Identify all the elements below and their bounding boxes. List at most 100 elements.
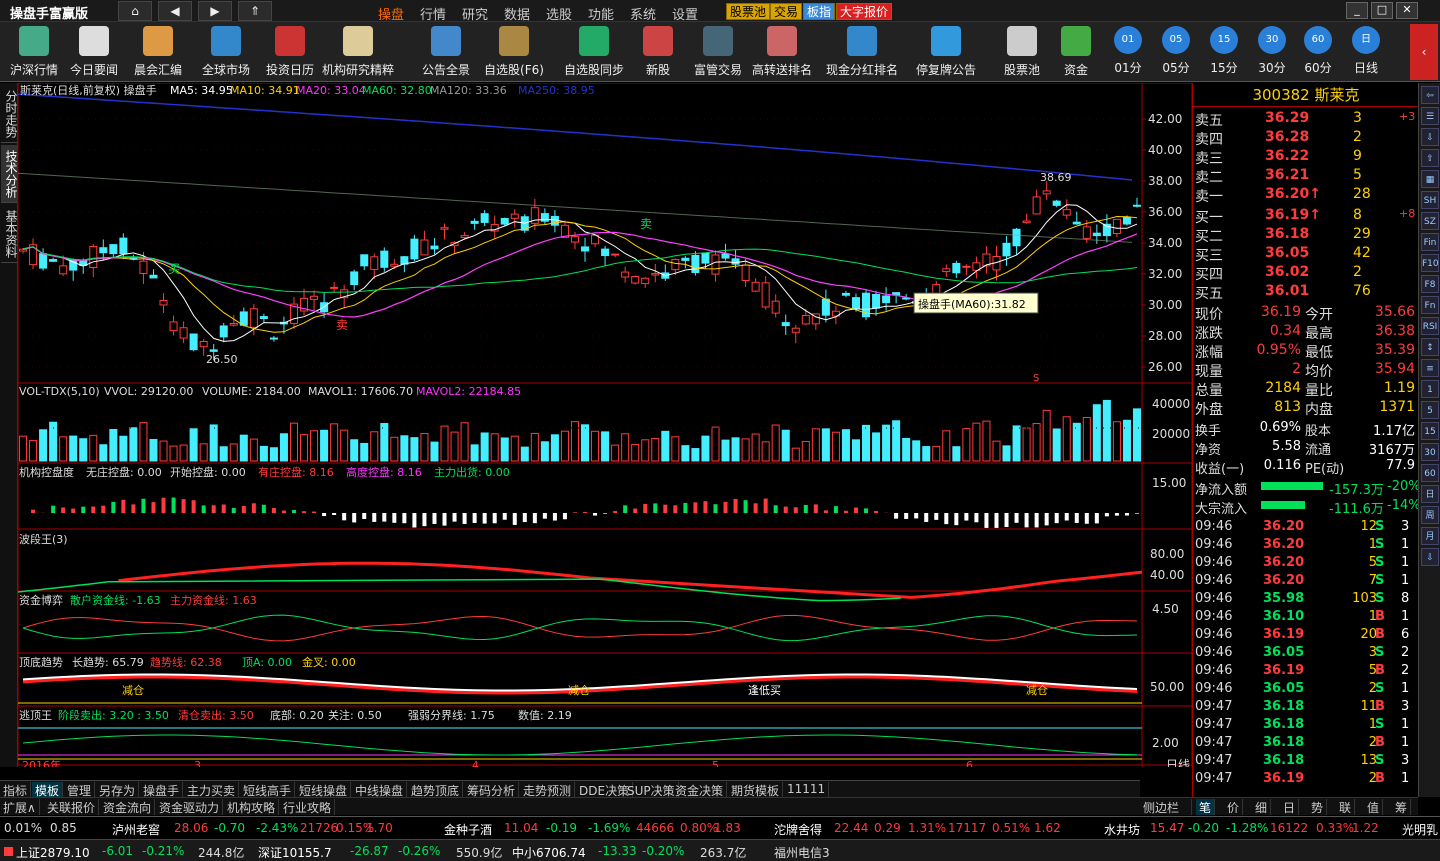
menu-hangqing[interactable]: 行情 [420,4,446,23]
detail-tab[interactable]: 价 [1224,799,1244,815]
template-tab[interactable]: 短线高手 [240,782,296,798]
side-tool-icon[interactable]: 周 [1421,506,1439,524]
side-tool-icon[interactable]: ⇦ [1421,86,1439,104]
side-tool-icon[interactable]: 60 [1421,464,1439,482]
detail-tab[interactable]: 联 [1336,799,1356,815]
toolbar-button-0[interactable]: 沪深行情 [6,24,62,80]
side-tool-icon[interactable]: 15 [1421,422,1439,440]
bid-row[interactable]: 买四 36.02 2 [1193,263,1419,283]
toolbar-button-13[interactable]: 停复牌公告 [916,24,976,80]
extended-tab[interactable]: 机构攻略 [224,799,280,815]
collapse-icon[interactable]: ‹ [1410,24,1438,80]
side-tool-icon[interactable]: F8 [1421,275,1439,293]
toolbar-button-1[interactable]: 今日要闻 [66,24,122,80]
detail-tab[interactable]: 笔 [1196,799,1216,815]
side-tool-icon[interactable]: Fin [1421,233,1439,251]
side-tool-icon[interactable]: ☰ [1421,107,1439,125]
menu-shuju[interactable]: 数据 [504,4,530,23]
template-tab[interactable]: 期货模板 [728,782,784,798]
toolbar-button-7[interactable]: 自选股(F6) [484,24,544,80]
template-tab[interactable]: 指标 [0,782,32,798]
detail-tab[interactable]: 势 [1308,799,1328,815]
side-tool-icon[interactable]: ⇩ [1421,128,1439,146]
menu-yanjiu[interactable]: 研究 [462,4,488,23]
toolbar-button-11[interactable]: 高转送排名 [752,24,812,80]
close-icon[interactable]: ✕ [1396,2,1418,19]
side-tool-icon[interactable]: ≡ [1421,359,1439,377]
extended-tab[interactable]: 行业攻略 [280,799,336,815]
sidebar-toggle[interactable]: 侧边栏< [1140,799,1192,830]
index-board-button[interactable]: 板指 [803,3,836,20]
side-tool-icon[interactable]: 月 [1421,527,1439,545]
up-icon[interactable]: ⇑ [238,1,272,21]
side-tool-icon[interactable]: SZ [1421,212,1439,230]
menu-xuangu[interactable]: 选股 [546,4,572,23]
trade-button[interactable]: 交易 [770,3,803,20]
template-tab[interactable]: 管理 [64,782,96,798]
toolbar-button-12[interactable]: 现金分红排名 [826,24,898,80]
tab-technical[interactable]: 技术分析 [1,145,18,203]
maximize-icon[interactable]: □ [1371,2,1393,19]
side-tool-icon[interactable]: ⇧ [1421,149,1439,167]
bid-row[interactable]: 买二 36.18 29 [1193,225,1419,245]
chart-area[interactable]: 42.0040.0038.0036.0034.0032.0030.0028.00… [18,83,1192,767]
tab-fundamental[interactable]: 基本资料 [1,205,18,263]
extended-tab[interactable]: 关联报价 [44,799,100,815]
bid-row[interactable]: 买五 36.01 76 [1193,282,1419,302]
template-tab[interactable]: 中线操盘 [352,782,408,798]
template-tab[interactable]: 资金决策 [672,782,728,798]
side-tool-icon[interactable]: 5 [1421,401,1439,419]
template-tab[interactable]: 筹码分析 [464,782,520,798]
menu-caopan[interactable]: 操盘 [378,4,404,23]
ask-row[interactable]: 卖四 36.28 2 [1193,128,1419,148]
toolbar-button-3[interactable]: 全球市场 [198,24,254,80]
side-tool-icon[interactable]: ▦ [1421,170,1439,188]
forward-icon[interactable]: ▶ [198,1,232,21]
detail-tab[interactable]: 细 [1252,799,1272,815]
menu-shezhi[interactable]: 设置 [672,4,698,23]
template-tab[interactable]: 另存为 [96,782,140,798]
tab-intraday[interactable]: 分时走势 [1,85,18,143]
extended-tab[interactable]: 扩展∧ [0,799,40,815]
ask-row[interactable]: 卖三 36.22 9 [1193,147,1419,167]
template-tab[interactable]: 11111 [784,782,830,798]
detail-tab[interactable]: 筹 [1392,799,1412,815]
side-tool-icon[interactable]: 30 [1421,443,1439,461]
side-tool-icon[interactable]: 日 [1421,485,1439,503]
template-tab[interactable]: 趋势顶底 [408,782,464,798]
toolbar-button-2[interactable]: 晨会汇编 [130,24,186,80]
side-tool-icon[interactable]: F10 [1421,254,1439,272]
extended-tab[interactable]: 资金驱动力 [156,799,224,815]
template-tab[interactable]: 短线操盘 [296,782,352,798]
toolbar-button-8[interactable]: 自选股同步 [564,24,624,80]
toolbar-button-10[interactable]: 富管交易 [690,24,746,80]
template-tab[interactable]: SUP决策 [624,782,679,798]
template-tab[interactable]: 走势预测 [520,782,576,798]
menu-xitong[interactable]: 系统 [630,4,656,23]
detail-tab[interactable]: 日 [1280,799,1300,815]
toolbar-button-9[interactable]: 新股 [630,24,686,80]
template-tab[interactable]: 操盘手 [140,782,184,798]
template-tab[interactable]: 主力买卖 [184,782,240,798]
side-tool-icon[interactable]: Fn [1421,296,1439,314]
side-tool-icon[interactable]: ⇩ [1421,548,1439,566]
menu-gongneng[interactable]: 功能 [588,4,614,23]
toolbar-button-4[interactable]: 投资日历 [262,24,318,80]
extended-tab[interactable]: 资金流向 [100,799,156,815]
side-tool-icon[interactable]: ↕ [1421,338,1439,356]
ask-row[interactable]: 卖五 36.29 3 +3 [1193,109,1419,129]
side-tool-icon[interactable]: RSI [1421,317,1439,335]
side-tool-icon[interactable]: 1 [1421,380,1439,398]
big-quote-button[interactable]: 大字报价 [836,3,893,20]
stock-pool-button[interactable]: 股票池 [726,3,771,20]
toolbar-button-6[interactable]: 公告全景 [418,24,474,80]
toolbar-button-5[interactable]: 机构研究精粹 [322,24,394,80]
side-tool-icon[interactable]: SH [1421,191,1439,209]
detail-tab[interactable]: 值 [1364,799,1384,815]
ask-row[interactable]: 卖一 36.20↑ 28 [1193,185,1419,205]
toolbar-button-21[interactable]: 日日线 [1338,24,1394,80]
template-tab[interactable]: 模板 [32,782,64,798]
ask-row[interactable]: 卖二 36.21 5 [1193,166,1419,186]
home-icon[interactable]: ⌂ [118,1,152,21]
minimize-icon[interactable]: _ [1346,2,1368,19]
